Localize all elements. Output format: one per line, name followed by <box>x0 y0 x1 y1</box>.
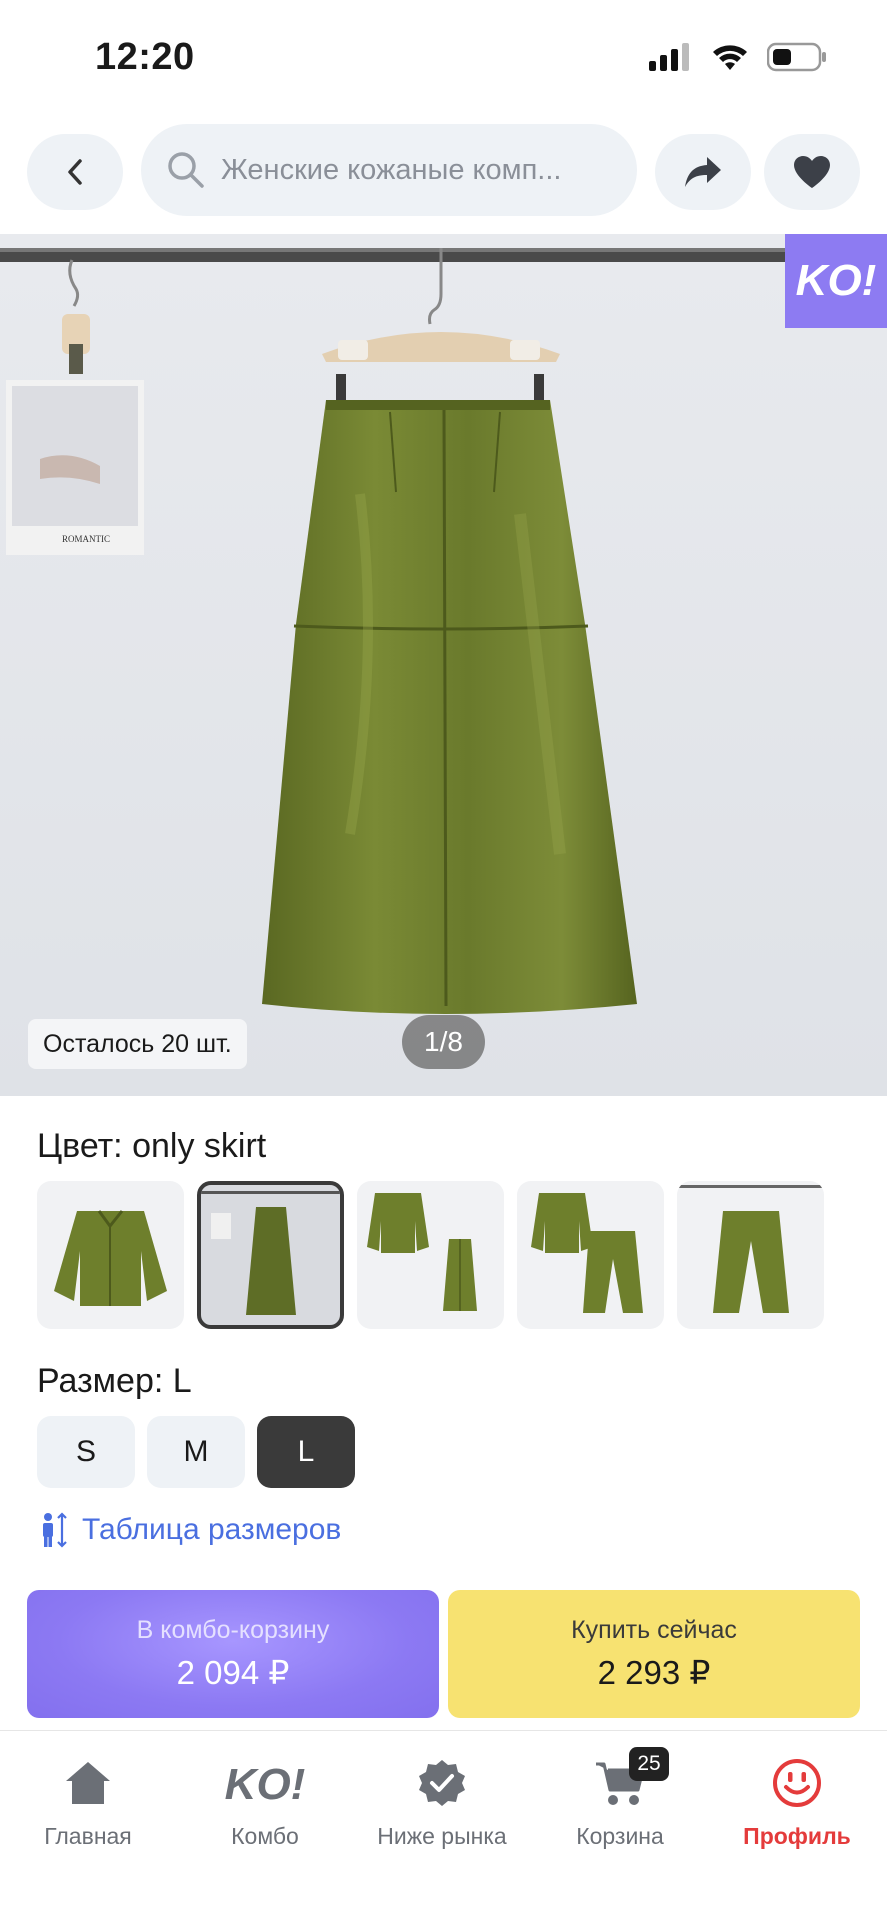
wifi-icon <box>713 45 747 70</box>
swatch-pants-image <box>677 1185 824 1313</box>
size-table-label: Таблица размеров <box>82 1513 342 1546</box>
tab-below-market-label: Ниже рынка <box>377 1823 507 1849</box>
status-time: 12:20 <box>95 36 195 78</box>
size-options: S M L <box>37 1416 355 1488</box>
status-icons <box>649 42 827 72</box>
home-icon <box>66 1762 110 1804</box>
size-option-s[interactable]: S <box>37 1416 135 1488</box>
size-option-l[interactable]: L <box>257 1416 355 1488</box>
product-gallery[interactable]: ROMANTIC KO! Осталось 20 шт. 1/8 <box>0 234 887 1096</box>
image-page-indicator: 1/8 <box>402 1015 485 1069</box>
size-chart-icon <box>43 1512 67 1548</box>
share-button[interactable] <box>655 134 751 210</box>
tab-cart-label: Корзина <box>576 1823 664 1849</box>
top-nav: Женские кожаные комп... <box>0 124 887 220</box>
signal-icon <box>649 43 689 71</box>
heart-icon <box>794 156 830 188</box>
color-label: Цвет: only skirt <box>37 1127 267 1165</box>
swatch-jacket-pants[interactable] <box>517 1181 664 1329</box>
product-photo: ROMANTIC <box>0 248 887 1014</box>
photo-caption: ROMANTIC <box>62 534 110 544</box>
buy-now-button[interactable]: Купить сейчас 2 293 ₽ <box>448 1590 860 1718</box>
back-button[interactable] <box>27 134 123 210</box>
swatch-jacket-skirt[interactable] <box>357 1181 504 1329</box>
favorite-button[interactable] <box>764 134 860 210</box>
share-icon <box>685 157 721 187</box>
tab-combo-label: Комбо <box>231 1823 299 1849</box>
tab-combo[interactable]: KO! Комбо <box>180 1755 350 1850</box>
bottom-tab-bar: Главная KO! Комбо Ниже рынка 25 Корзина <box>0 1730 887 1920</box>
ko-badge: KO! <box>785 234 887 328</box>
battery-icon <box>767 42 826 72</box>
swatch-set-pants-image <box>531 1193 643 1313</box>
profile-icon <box>773 1759 821 1807</box>
combo-cart-label: В комбо-корзину <box>136 1616 330 1644</box>
tab-home[interactable]: Главная <box>3 1755 173 1850</box>
tab-profile-label: Профиль <box>743 1823 851 1849</box>
combo-price: 2 094 ₽ <box>176 1654 290 1691</box>
swatch-pants[interactable] <box>677 1181 824 1329</box>
search-input[interactable]: Женские кожаные комп... <box>141 124 637 216</box>
size-label: Размер: L <box>37 1362 192 1400</box>
size-table-link[interactable]: Таблица размеров <box>40 1512 341 1548</box>
search-placeholder: Женские кожаные комп... <box>221 153 562 186</box>
color-swatches <box>37 1181 824 1329</box>
cart-count-badge: 25 <box>629 1747 669 1781</box>
chevron-left-icon <box>68 159 82 185</box>
size-option-m[interactable]: M <box>147 1416 245 1488</box>
badge-check-icon <box>419 1760 465 1806</box>
search-icon <box>168 152 204 188</box>
swatch-skirt-image <box>201 1191 340 1315</box>
status-bar: 12:20 <box>0 0 887 118</box>
svg-text:KO!: KO! <box>225 1760 306 1807</box>
tab-below-market[interactable]: Ниже рынка <box>357 1755 527 1850</box>
swatch-only-skirt[interactable] <box>197 1181 344 1329</box>
tab-profile[interactable]: Профиль <box>712 1755 882 1850</box>
swatch-set-skirt-image <box>367 1193 477 1311</box>
stock-remaining: Осталось 20 шт. <box>28 1019 247 1069</box>
tab-cart[interactable]: 25 Корзина <box>535 1747 705 1850</box>
buy-now-price: 2 293 ₽ <box>597 1654 711 1691</box>
buy-now-label: Купить сейчас <box>571 1616 737 1644</box>
tab-home-label: Главная <box>44 1823 132 1849</box>
add-to-combo-cart-button[interactable]: В комбо-корзину 2 094 ₽ <box>27 1590 439 1718</box>
swatch-jacket[interactable] <box>37 1181 184 1329</box>
ko-logo-icon: KO! <box>225 1760 306 1807</box>
swatch-jacket-image <box>54 1210 167 1306</box>
